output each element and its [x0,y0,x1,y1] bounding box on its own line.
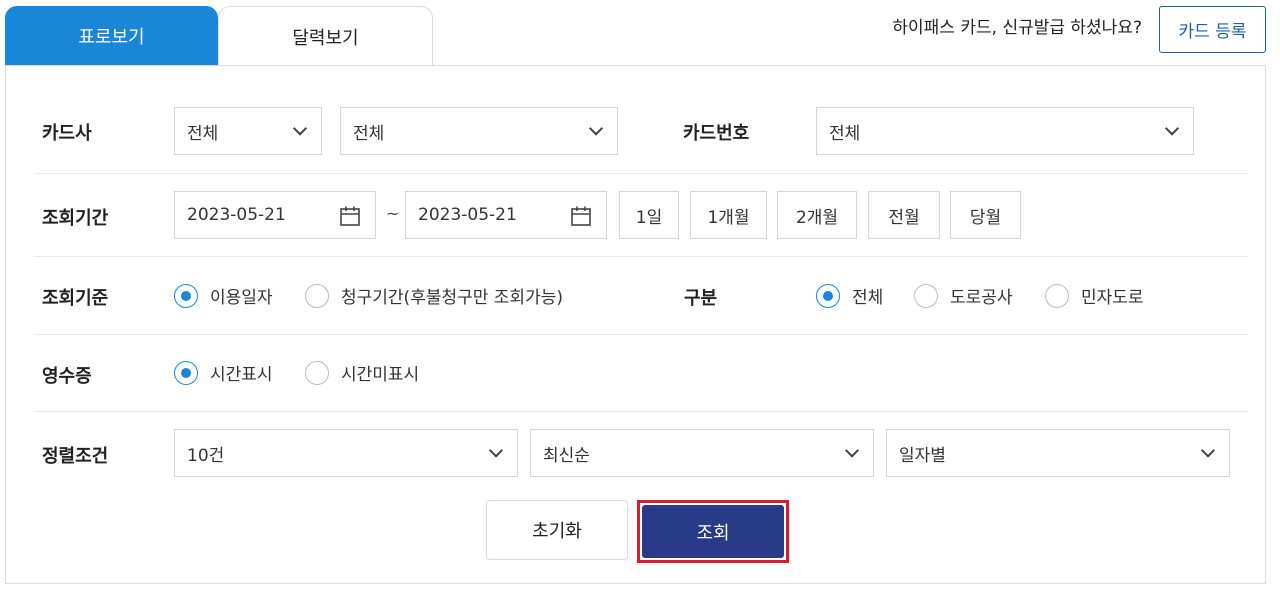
radio-checked-icon[interactable] [174,283,198,308]
card-company-label: 카드사 [42,123,92,144]
period-2month-button[interactable]: 2개월 [777,191,857,239]
period-label: 조회기간 [42,208,109,229]
sort-count-value: 10건 [187,445,225,466]
start-date-input[interactable]: 2023-05-21 [174,191,376,239]
sort-order-select[interactable]: 최신순 [530,429,874,477]
end-date-input[interactable]: 2023-05-21 [405,191,607,239]
row-receipt: 영수증 시간표시 시간미표시 [34,335,1248,412]
chevron-down-icon [292,121,308,136]
receipt-option-label: 시간미표시 [341,365,420,385]
category-option-label: 민자도로 [1081,288,1144,308]
card-type-select[interactable]: 전체 [340,107,618,155]
category-label: 구분 [684,288,718,309]
card-company-select-value: 전체 [187,123,219,144]
radio-unchecked-icon[interactable] [305,360,329,385]
receipt-option-hide-time[interactable]: 시간미표시 [305,360,419,385]
chevron-down-icon [1164,121,1180,136]
card-number-label: 카드번호 [683,123,750,144]
card-register-button[interactable]: 카드 등록 [1159,6,1266,53]
period-this-month-button[interactable]: 당월 [950,191,1021,239]
start-date-value: 2023-05-21 [187,205,286,225]
end-date-value: 2023-05-21 [418,205,517,225]
reset-button[interactable]: 초기화 [486,500,628,560]
radio-checked-icon[interactable] [816,283,840,308]
sort-group-select[interactable]: 일자별 [886,429,1230,477]
calendar-icon[interactable] [339,205,361,227]
chevron-down-icon [488,443,504,458]
category-option-expressway[interactable]: 도로공사 [914,283,1013,308]
card-type-select-value: 전체 [353,123,385,144]
card-number-select-value: 전체 [829,123,861,144]
search-button-highlight: 조회 [637,500,789,563]
receipt-label: 영수증 [42,366,92,387]
tab-table-view[interactable]: 표로보기 [5,6,218,66]
row-period: 조회기간 2023-05-21 ~ 2023-05-21 1일 1개월 2개월 … [34,174,1248,257]
basis-option-label: 청구기간(후불청구만 조회가능) [341,288,563,308]
chevron-down-icon [844,443,860,458]
period-prev-month-button[interactable]: 전월 [868,191,940,239]
category-option-label: 전체 [852,288,884,308]
receipt-option-show-time[interactable]: 시간표시 [174,360,273,385]
chevron-down-icon [588,121,604,136]
date-range-separator: ~ [386,204,400,223]
basis-label: 조회기준 [42,288,109,309]
receipt-option-label: 시간표시 [210,365,273,385]
row-basis: 조회기준 이용일자 청구기간(후불청구만 조회가능) 구분 전체 도로공사 민자… [34,257,1248,335]
card-number-select[interactable]: 전체 [816,107,1194,155]
row-card: 카드사 전체 전체 카드번호 전체 [34,66,1248,174]
chevron-down-icon [1200,443,1216,458]
sort-label: 정렬조건 [42,446,109,467]
search-button[interactable]: 조회 [642,505,784,558]
category-option-all[interactable]: 전체 [816,283,883,308]
basis-option-usage-date[interactable]: 이용일자 [174,283,273,308]
sort-group-value: 일자별 [899,445,946,466]
basis-option-label: 이용일자 [210,288,273,308]
category-option-label: 도로공사 [950,288,1013,308]
radio-checked-icon[interactable] [174,360,198,385]
basis-option-billing-period[interactable]: 청구기간(후불청구만 조회가능) [305,283,563,308]
row-sort: 정렬조건 10건 최신순 일자별 [34,412,1248,494]
calendar-icon[interactable] [570,205,592,227]
period-1day-button[interactable]: 1일 [619,191,679,239]
period-1month-button[interactable]: 1개월 [690,191,767,239]
category-option-private-road[interactable]: 민자도로 [1045,283,1144,308]
sort-order-value: 최신순 [543,445,590,466]
new-card-question: 하이패스 카드, 신규발급 하셨나요? [892,18,1142,38]
radio-unchecked-icon[interactable] [914,283,938,308]
radio-unchecked-icon[interactable] [1045,283,1069,308]
search-filter-panel: 카드사 전체 전체 카드번호 전체 조회기간 2023-05-21 ~ 2023… [5,65,1266,584]
card-company-select[interactable]: 전체 [174,107,322,155]
radio-unchecked-icon[interactable] [305,283,329,308]
sort-count-select[interactable]: 10건 [174,429,518,477]
tab-calendar-view[interactable]: 달력보기 [218,6,433,66]
